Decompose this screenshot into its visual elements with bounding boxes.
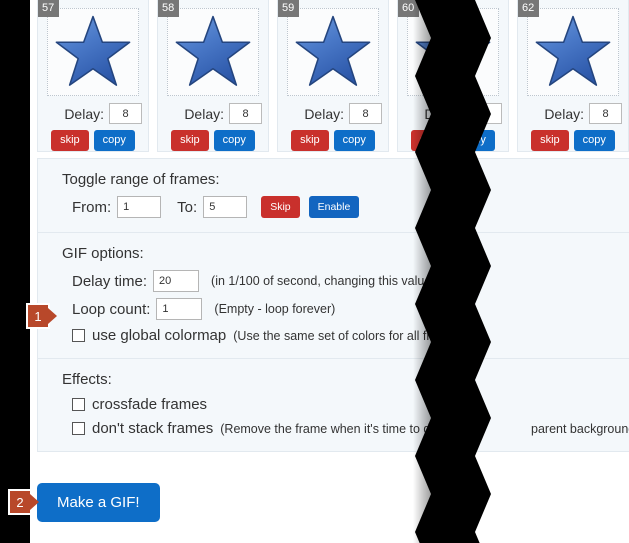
global-colormap-checkbox[interactable] xyxy=(72,329,85,342)
frame-card[interactable]: 58 Delay: skipcopy xyxy=(157,0,269,152)
frame-copy-button[interactable]: copy xyxy=(93,130,135,151)
global-colormap-hint: (Use the same set of colors for all fra xyxy=(233,328,438,343)
blue-star-icon xyxy=(295,15,371,86)
frame-thumbnail[interactable] xyxy=(407,8,499,96)
dont-stack-frames-label: don't stack frames xyxy=(92,420,214,437)
frame-delay-input[interactable] xyxy=(349,103,382,124)
dont-stack-row: don't stack frames (Remove the frame whe… xyxy=(62,420,629,437)
dont-stack-frames-hint: (Remove the frame when it's time to di xyxy=(220,421,434,436)
frame-delay-input[interactable] xyxy=(109,103,142,124)
frame-delay-input[interactable] xyxy=(229,103,262,124)
frame-actions: skip copy xyxy=(291,130,375,151)
frame-delay-label: Delay: xyxy=(304,105,344,122)
frame-delay-row: Delay: xyxy=(518,103,628,124)
blue-star-icon xyxy=(415,15,491,86)
effects-title: Effects: xyxy=(62,371,112,388)
delay-time-label: Delay time: xyxy=(72,272,148,290)
frame-card[interactable]: 59 Delay: skipcopy xyxy=(277,0,389,152)
frame-delay-label: Delay: xyxy=(544,105,584,122)
global-colormap-row: use global colormap (Use the same set of… xyxy=(62,327,629,344)
frame-thumbnail[interactable] xyxy=(167,8,259,96)
delay-time-hint: (in 1/100 of second, changing this value… xyxy=(211,274,453,288)
annotation-badge-1: 1 xyxy=(26,303,57,329)
frame-card[interactable]: 57 Delay: skipcopy xyxy=(37,0,149,152)
loop-count-input[interactable] xyxy=(156,298,203,320)
frame-copy-button[interactable]: copy xyxy=(333,130,375,151)
frame-actions: skip copy xyxy=(171,130,255,151)
left-black-gutter xyxy=(0,0,30,543)
gif-options-section: GIF options: Delay time: (in 1/100 of se… xyxy=(38,233,629,359)
frame-actions: skip copy xyxy=(531,130,615,151)
to-frame-input[interactable] xyxy=(203,196,248,218)
from-frame-input[interactable] xyxy=(117,196,162,218)
blue-star-icon xyxy=(55,15,131,86)
frame-card[interactable]: 62 Delay: skipcopy xyxy=(517,0,629,152)
gif-options-title: GIF options: xyxy=(62,245,144,262)
make-gif-wrapper: Make a GIF! xyxy=(37,483,160,522)
frame-copy-button[interactable]: copy xyxy=(573,130,615,151)
loop-count-label: Loop count: xyxy=(72,300,151,318)
to-label: To: xyxy=(177,198,198,216)
blue-star-icon xyxy=(175,15,251,86)
crossfade-frames-label: crossfade frames xyxy=(92,396,208,413)
frame-skip-button[interactable]: skip xyxy=(291,130,329,151)
frame-copy-button[interactable]: copy xyxy=(453,130,495,151)
loop-count-row: Loop count: (Empty - loop forever) xyxy=(62,298,629,320)
toggle-range-row: From: To: Skip Enable xyxy=(62,196,629,218)
frame-number-badge: 60 xyxy=(398,0,420,17)
frame-skip-button[interactable]: skip xyxy=(51,130,89,151)
frame-delay-row: Delay: xyxy=(398,103,508,124)
frames-strip: 57 Delay:skipcopy58 Delay:skipcopy59 xyxy=(37,0,629,152)
delay-time-input[interactable] xyxy=(153,270,200,292)
range-skip-button[interactable]: Skip xyxy=(261,196,300,218)
dont-stack-frames-checkbox[interactable] xyxy=(72,422,85,435)
frame-skip-button[interactable]: skip xyxy=(531,130,569,151)
frame-delay-row: Delay: xyxy=(38,103,148,124)
frame-skip-button[interactable]: skip xyxy=(411,130,449,151)
frame-number-badge: 57 xyxy=(38,0,60,17)
global-colormap-label: use global colormap xyxy=(92,327,227,344)
frame-thumbnail[interactable] xyxy=(47,8,139,96)
toggle-range-section: Toggle range of frames: From: To: Skip E… xyxy=(38,159,629,233)
dont-stack-frames-hint-tail: parent background) xyxy=(531,421,629,436)
frame-delay-row: Delay: xyxy=(278,103,388,124)
frame-delay-label: Delay: xyxy=(424,105,464,122)
crossfade-frames-checkbox[interactable] xyxy=(72,398,85,411)
frame-delay-label: Delay: xyxy=(64,105,104,122)
options-panel: Toggle range of frames: From: To: Skip E… xyxy=(37,158,629,452)
from-label: From: xyxy=(72,198,112,216)
screenshot-root: 57 Delay:skipcopy58 Delay:skipcopy59 xyxy=(0,0,629,543)
blue-star-icon xyxy=(535,15,611,86)
frame-card[interactable]: 60 Delay: skipcopy xyxy=(397,0,509,152)
frame-delay-input[interactable] xyxy=(469,103,502,124)
frame-copy-button[interactable]: copy xyxy=(213,130,255,151)
delay-time-row: Delay time: (in 1/100 of second, changin… xyxy=(62,270,629,292)
frame-actions: skip copy xyxy=(51,130,135,151)
frame-delay-row: Delay: xyxy=(158,103,268,124)
range-enable-button[interactable]: Enable xyxy=(308,196,360,218)
frame-number-badge: 59 xyxy=(278,0,300,17)
toggle-range-title: Toggle range of frames: xyxy=(62,171,220,188)
make-gif-button[interactable]: Make a GIF! xyxy=(37,483,160,522)
frame-number-badge: 62 xyxy=(518,0,540,17)
crossfade-row: crossfade frames xyxy=(62,396,629,413)
frame-skip-button[interactable]: skip xyxy=(171,130,209,151)
frame-number-badge: 58 xyxy=(158,0,180,17)
loop-count-hint: (Empty - loop forever) xyxy=(214,302,336,316)
frame-actions: skip copy xyxy=(411,130,495,151)
frame-delay-label: Delay: xyxy=(184,105,224,122)
effects-section: Effects: crossfade frames don't stack fr… xyxy=(38,359,629,451)
frame-thumbnail[interactable] xyxy=(287,8,379,96)
frame-delay-input[interactable] xyxy=(589,103,622,124)
frame-thumbnail[interactable] xyxy=(527,8,619,96)
annotation-badge-2: 2 xyxy=(8,489,39,515)
